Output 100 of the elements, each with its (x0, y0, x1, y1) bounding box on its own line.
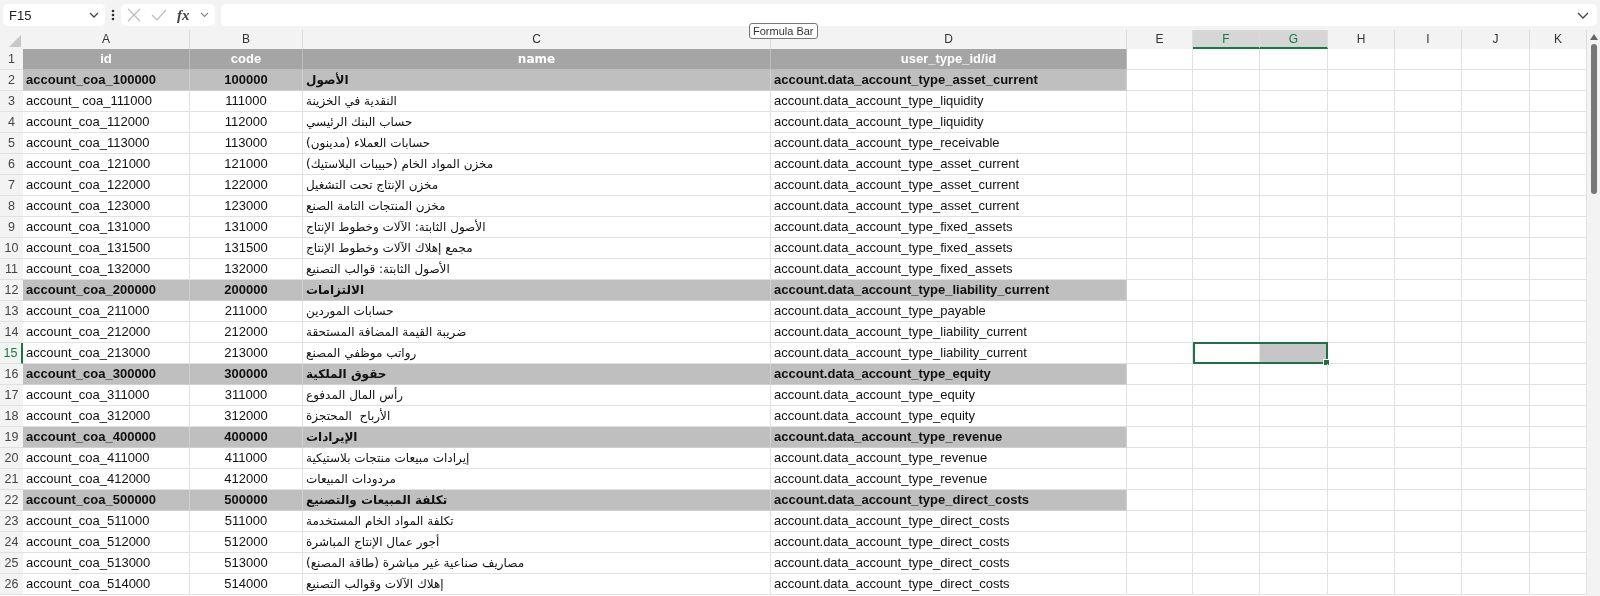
empty-cell[interactable] (1260, 301, 1328, 322)
row-number[interactable]: 7 (0, 175, 23, 196)
empty-cell[interactable] (1193, 91, 1260, 112)
empty-cell[interactable] (1193, 406, 1260, 427)
row-number[interactable]: 22 (0, 490, 23, 511)
empty-cell[interactable] (1127, 385, 1193, 406)
empty-cell[interactable] (1193, 133, 1260, 154)
empty-cell[interactable] (1127, 301, 1193, 322)
empty-cell[interactable] (1462, 133, 1530, 154)
empty-cell[interactable] (1462, 196, 1530, 217)
empty-cell[interactable] (1462, 322, 1530, 343)
chevron-down-icon[interactable] (1577, 11, 1589, 19)
cancel-icon[interactable] (127, 8, 141, 22)
row-number[interactable]: 10 (0, 238, 23, 259)
empty-cell[interactable] (1395, 49, 1462, 70)
row-number[interactable]: 1 (0, 49, 23, 70)
empty-cell[interactable] (1260, 385, 1328, 406)
empty-cell[interactable] (1127, 469, 1193, 490)
empty-cell[interactable] (1127, 238, 1193, 259)
empty-cell[interactable] (1193, 574, 1260, 595)
empty-cell[interactable] (1462, 49, 1530, 70)
empty-cell[interactable] (1395, 532, 1462, 553)
empty-cell[interactable] (1395, 448, 1462, 469)
empty-cell[interactable] (1395, 385, 1462, 406)
empty-cell[interactable] (1462, 238, 1530, 259)
empty-cell[interactable] (1193, 238, 1260, 259)
row-number[interactable]: 12 (0, 280, 23, 301)
empty-cell[interactable] (1462, 532, 1530, 553)
empty-cell[interactable] (1193, 280, 1260, 301)
empty-cell[interactable] (1328, 175, 1395, 196)
row-number[interactable]: 14 (0, 322, 23, 343)
row-number[interactable]: 5 (0, 133, 23, 154)
empty-cell[interactable] (1462, 574, 1530, 595)
empty-cell[interactable] (1193, 301, 1260, 322)
more-options-icon[interactable] (111, 9, 115, 21)
empty-cell[interactable] (1328, 385, 1395, 406)
name-box[interactable]: F15 (3, 4, 105, 26)
column-header[interactable]: I (1395, 30, 1462, 49)
empty-cell[interactable] (1260, 427, 1328, 448)
empty-cell[interactable] (1193, 448, 1260, 469)
empty-cell[interactable] (1328, 238, 1395, 259)
empty-cell[interactable] (1328, 112, 1395, 133)
empty-cell[interactable] (1395, 112, 1462, 133)
empty-cell[interactable] (1260, 49, 1328, 70)
empty-cell[interactable] (1462, 448, 1530, 469)
row-number[interactable]: 21 (0, 469, 23, 490)
row-number[interactable]: 18 (0, 406, 23, 427)
empty-cell[interactable] (1395, 133, 1462, 154)
empty-cell[interactable] (1462, 154, 1530, 175)
empty-cell[interactable] (1127, 406, 1193, 427)
row-number[interactable]: 17 (0, 385, 23, 406)
empty-cell[interactable] (1462, 427, 1530, 448)
row-number[interactable]: 19 (0, 427, 23, 448)
empty-cell[interactable] (1260, 238, 1328, 259)
empty-cell[interactable] (1328, 217, 1395, 238)
row-number[interactable]: 2 (0, 70, 23, 91)
empty-cell[interactable] (1127, 112, 1193, 133)
empty-cell[interactable] (1395, 196, 1462, 217)
row-number[interactable]: 20 (0, 448, 23, 469)
empty-cell[interactable] (1193, 217, 1260, 238)
empty-cell[interactable] (1127, 91, 1193, 112)
empty-cell[interactable] (1260, 217, 1328, 238)
empty-cell[interactable] (1193, 553, 1260, 574)
row-number[interactable]: 11 (0, 259, 23, 280)
row-number[interactable]: 6 (0, 154, 23, 175)
empty-cell[interactable] (1462, 343, 1530, 364)
row-number[interactable]: 8 (0, 196, 23, 217)
empty-cell[interactable] (1395, 217, 1462, 238)
empty-cell[interactable] (1260, 154, 1328, 175)
empty-cell[interactable] (1395, 574, 1462, 595)
empty-cell[interactable] (1328, 196, 1395, 217)
empty-cell[interactable] (1462, 385, 1530, 406)
empty-cell[interactable] (1127, 553, 1193, 574)
empty-cell[interactable] (1395, 301, 1462, 322)
empty-cell[interactable] (1395, 427, 1462, 448)
empty-cell[interactable] (1462, 364, 1530, 385)
empty-cell[interactable] (1127, 532, 1193, 553)
row-number[interactable]: 4 (0, 112, 23, 133)
empty-cell[interactable] (1260, 364, 1328, 385)
empty-cell[interactable] (1193, 385, 1260, 406)
row-number[interactable]: 3 (0, 91, 23, 112)
empty-cell[interactable] (1395, 175, 1462, 196)
empty-cell[interactable] (1260, 112, 1328, 133)
empty-cell[interactable] (1395, 469, 1462, 490)
row-number[interactable]: 23 (0, 511, 23, 532)
empty-cell[interactable] (1193, 364, 1260, 385)
empty-cell[interactable] (1395, 280, 1462, 301)
empty-cell[interactable] (1193, 490, 1260, 511)
empty-cell[interactable] (1328, 280, 1395, 301)
empty-cell[interactable] (1462, 469, 1530, 490)
empty-cell[interactable] (1395, 490, 1462, 511)
empty-cell[interactable] (1328, 511, 1395, 532)
empty-cell[interactable] (1462, 553, 1530, 574)
empty-cell[interactable] (1127, 448, 1193, 469)
empty-cell[interactable] (1127, 196, 1193, 217)
empty-cell[interactable] (1193, 469, 1260, 490)
row-number[interactable]: 26 (0, 574, 23, 595)
empty-cell[interactable] (1127, 133, 1193, 154)
empty-cell[interactable] (1193, 196, 1260, 217)
empty-cell[interactable] (1395, 259, 1462, 280)
